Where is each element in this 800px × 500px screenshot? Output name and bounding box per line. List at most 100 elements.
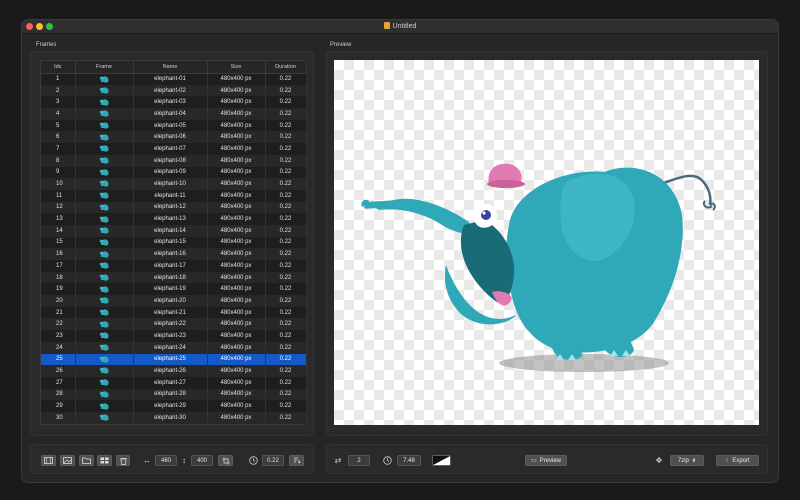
table-row[interactable]: 30 elephant-30 480x400 px 0.22 bbox=[41, 411, 307, 424]
table-row[interactable]: 17 elephant-17 480x400 px 0.22 bbox=[41, 260, 307, 272]
row-duration: 0.22 bbox=[265, 260, 307, 272]
row-name: elephant-10 bbox=[133, 178, 208, 190]
row-frame-thumbnail bbox=[75, 260, 134, 272]
table-row[interactable]: 5 elephant-05 480x400 px 0.22 bbox=[41, 119, 307, 132]
row-name: elephant-27 bbox=[133, 376, 208, 389]
row-frame-thumbnail bbox=[75, 73, 134, 85]
table-row[interactable]: 20 elephant-20 480x400 px 0.22 bbox=[41, 295, 307, 307]
row-name: elephant-18 bbox=[133, 271, 208, 284]
play-preview-icon: ▭ bbox=[530, 458, 537, 464]
total-time-field[interactable]: 7.48 bbox=[397, 455, 421, 466]
row-frame-thumbnail bbox=[75, 166, 134, 179]
height-field[interactable]: 400 bbox=[191, 455, 213, 466]
row-index: 22 bbox=[41, 318, 76, 331]
row-name: elephant-19 bbox=[133, 283, 208, 296]
table-row[interactable]: 4 elephant-04 480x400 px 0.22 bbox=[41, 108, 307, 120]
column-header-name[interactable]: Name bbox=[133, 61, 208, 74]
table-header-row: Idx Frame Name Size Duration bbox=[41, 61, 307, 74]
row-duration: 0.22 bbox=[265, 248, 307, 260]
row-frame-thumbnail bbox=[75, 306, 134, 319]
table-row[interactable]: 23 elephant-23 480x400 px 0.22 bbox=[41, 330, 307, 342]
table-row[interactable]: 15 elephant-15 480x400 px 0.22 bbox=[41, 236, 307, 249]
table-row-selected[interactable]: 25 elephant-25 480x400 px 0.22 bbox=[41, 353, 307, 366]
table-row[interactable]: 19 elephant-19 480x400 px 0.22 bbox=[41, 283, 307, 296]
elephant-thumb-icon bbox=[99, 321, 109, 328]
column-header-duration[interactable]: Duration bbox=[265, 61, 307, 74]
elephant-thumb-icon bbox=[99, 145, 109, 153]
elephant-shadow bbox=[499, 354, 669, 372]
width-field[interactable]: 480 bbox=[155, 455, 177, 466]
row-name: elephant-15 bbox=[133, 236, 208, 249]
table-row[interactable]: 21 elephant-21 480x400 px 0.22 bbox=[41, 306, 307, 319]
frame-duration-field[interactable]: 0.22 bbox=[262, 455, 284, 466]
table-row[interactable]: 27 elephant-27 480x400 px 0.22 bbox=[41, 376, 307, 389]
row-size: 480x400 px bbox=[207, 306, 266, 319]
table-row[interactable]: 26 elephant-26 480x400 px 0.22 bbox=[41, 365, 307, 377]
export-button[interactable]: ↑ Export bbox=[716, 455, 759, 466]
table-row[interactable]: 8 elephant-08 480x400 px 0.22 bbox=[41, 154, 307, 167]
table-row[interactable]: 29 elephant-29 480x400 px 0.22 bbox=[41, 400, 307, 412]
row-frame-thumbnail bbox=[75, 131, 134, 144]
row-frame-thumbnail bbox=[75, 108, 134, 120]
row-size: 480x400 px bbox=[207, 96, 266, 109]
row-index: 13 bbox=[41, 213, 76, 225]
row-index: 9 bbox=[41, 166, 76, 179]
move-icon: ✥ bbox=[655, 456, 663, 465]
table-row[interactable]: 12 elephant-12 480x400 px 0.22 bbox=[41, 201, 307, 214]
add-frames-button[interactable] bbox=[41, 455, 56, 466]
column-header-size[interactable]: Size bbox=[207, 61, 266, 74]
row-size: 480x400 px bbox=[207, 154, 266, 167]
elephant-thumb-icon bbox=[99, 122, 109, 129]
table-row[interactable]: 1 elephant-01 480x400 px 0.22 bbox=[41, 73, 307, 85]
elephant-thumb-icon bbox=[99, 309, 109, 316]
table-row[interactable]: 2 elephant-02 480x400 px 0.22 bbox=[41, 84, 307, 97]
column-header-idx[interactable]: Idx bbox=[41, 61, 76, 74]
row-size: 480x400 px bbox=[207, 131, 266, 144]
table-row[interactable]: 22 elephant-22 480x400 px 0.22 bbox=[41, 318, 307, 331]
row-index: 18 bbox=[41, 271, 76, 284]
row-index: 25 bbox=[41, 353, 76, 366]
table-row[interactable]: 6 elephant-06 480x400 px 0.22 bbox=[41, 131, 307, 144]
loop-count-field[interactable]: 2 bbox=[348, 455, 370, 466]
table-row[interactable]: 13 elephant-13 480x400 px 0.22 bbox=[41, 213, 307, 225]
row-name: elephant-05 bbox=[133, 119, 208, 132]
row-duration: 0.22 bbox=[265, 318, 307, 331]
table-row[interactable]: 3 elephant-03 480x400 px 0.22 bbox=[41, 96, 307, 109]
apply-duration-button[interactable] bbox=[289, 455, 304, 466]
row-index: 11 bbox=[41, 189, 76, 202]
background-toggle-icon bbox=[433, 456, 450, 465]
row-frame-thumbnail bbox=[75, 248, 134, 260]
row-index: 30 bbox=[41, 411, 76, 424]
table-row[interactable]: 18 elephant-18 480x400 px 0.22 bbox=[41, 271, 307, 284]
preview-button[interactable]: ▭ Preview bbox=[525, 455, 567, 466]
crop-button[interactable] bbox=[218, 455, 233, 466]
elephant-thumb-icon bbox=[99, 157, 109, 164]
table-row[interactable]: 16 elephant-16 480x400 px 0.22 bbox=[41, 248, 307, 260]
row-size: 480x400 px bbox=[207, 224, 266, 237]
column-header-frame[interactable]: Frame bbox=[75, 61, 134, 74]
row-index: 8 bbox=[41, 154, 76, 167]
table-row[interactable]: 9 elephant-09 480x400 px 0.22 bbox=[41, 166, 307, 179]
table-row[interactable]: 11 elephant-11 480x400 px 0.22 bbox=[41, 189, 307, 202]
grid-view-button[interactable] bbox=[97, 455, 112, 466]
frames-table-body: 1 elephant-01 480x400 px 0.22 2 elephant-02 48… bbox=[41, 73, 307, 424]
row-index: 23 bbox=[41, 330, 76, 342]
table-row[interactable]: 28 elephant-28 480x400 px 0.22 bbox=[41, 388, 307, 401]
resize-arrows-icon: ↔ bbox=[143, 456, 151, 465]
row-index: 14 bbox=[41, 224, 76, 237]
format-select[interactable]: 7zip ⬍ bbox=[670, 455, 704, 466]
table-row[interactable]: 10 elephant-10 480x400 px 0.22 bbox=[41, 178, 307, 190]
row-name: elephant-20 bbox=[133, 295, 208, 307]
table-row[interactable]: 7 elephant-07 480x400 px 0.22 bbox=[41, 143, 307, 155]
row-name: elephant-14 bbox=[133, 224, 208, 237]
add-image-button[interactable] bbox=[60, 455, 75, 466]
frames-table[interactable]: Idx Frame Name Size Duration 1 elephant-0… bbox=[40, 60, 307, 425]
row-duration: 0.22 bbox=[265, 306, 307, 319]
table-row[interactable]: 24 elephant-24 480x400 px 0.22 bbox=[41, 341, 307, 354]
background-toggle-button[interactable] bbox=[432, 455, 451, 466]
delete-frame-button[interactable] bbox=[116, 455, 130, 466]
table-row[interactable]: 14 elephant-14 480x400 px 0.22 bbox=[41, 224, 307, 237]
add-folder-button[interactable] bbox=[79, 455, 94, 466]
row-index: 10 bbox=[41, 178, 76, 190]
elephant-thumb-icon bbox=[99, 332, 109, 340]
